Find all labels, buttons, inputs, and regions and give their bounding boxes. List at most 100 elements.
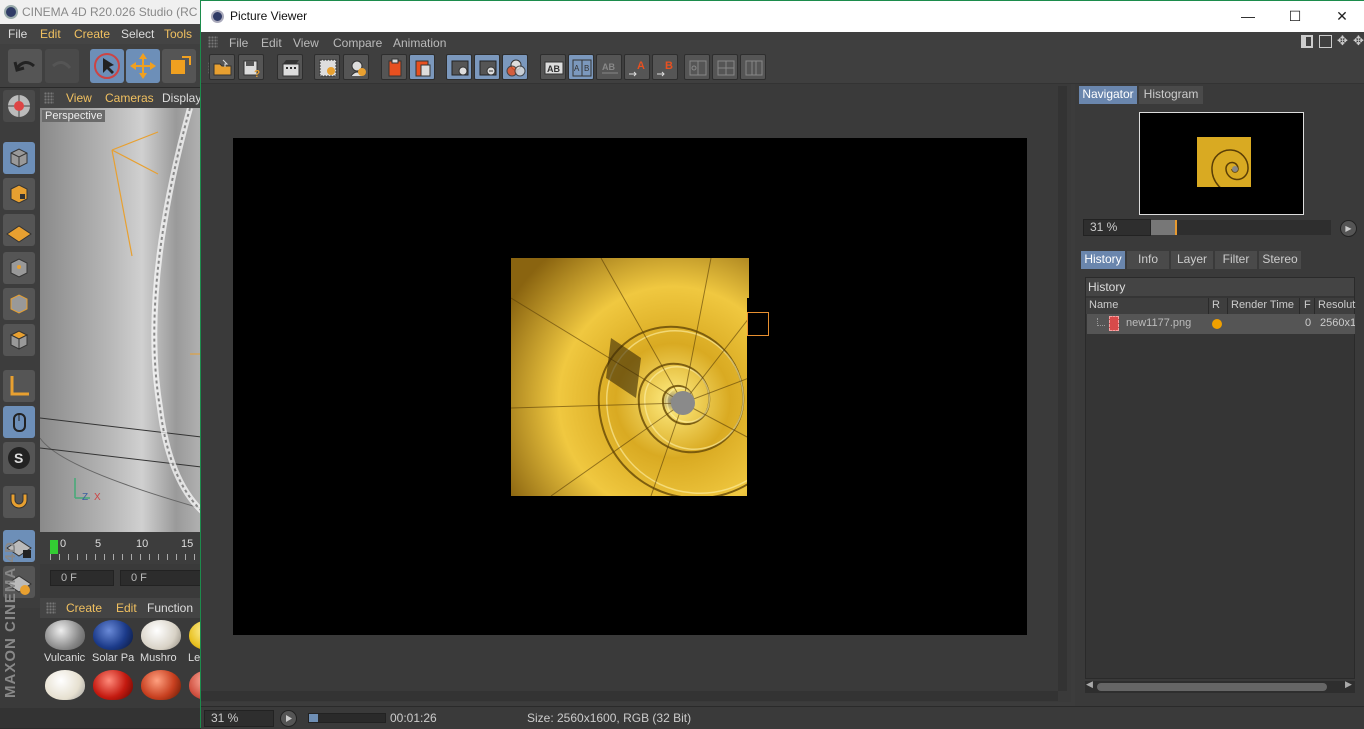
c4d-menu-file[interactable]: File: [8, 27, 27, 41]
column-divider[interactable]: [1227, 298, 1228, 314]
tab-stereo[interactable]: Stereo: [1259, 251, 1301, 269]
texture-mode-icon[interactable]: [3, 178, 35, 210]
column-divider[interactable]: [1314, 298, 1315, 314]
snap-icon[interactable]: S: [3, 442, 35, 474]
column-f[interactable]: F: [1304, 299, 1311, 311]
material-swatch[interactable]: Vulcanic: [42, 620, 88, 664]
canvas-horizontal-scrollbar[interactable]: [201, 691, 1058, 701]
c4d-menu-select[interactable]: Select: [121, 27, 154, 41]
polygons-mode-icon[interactable]: [3, 324, 35, 356]
workplane-icon[interactable]: [3, 214, 35, 246]
zoom-level-field[interactable]: 31 %: [204, 710, 274, 727]
tab-history[interactable]: History: [1081, 251, 1125, 269]
menu-file[interactable]: File: [229, 36, 248, 50]
stop-render-icon[interactable]: [343, 54, 369, 80]
compare-split-icon[interactable]: AB: [568, 54, 594, 80]
start-frame-field[interactable]: 0 F: [50, 570, 114, 586]
show-alpha-icon[interactable]: [474, 54, 500, 80]
tab-info[interactable]: Info: [1127, 251, 1169, 269]
tab-histogram[interactable]: Histogram: [1139, 86, 1203, 104]
move-panel-icon[interactable]: ✥: [1337, 33, 1348, 49]
material-swatch[interactable]: [42, 670, 88, 708]
history-scroll-thumb[interactable]: [1097, 683, 1327, 691]
menu-compare[interactable]: Compare: [333, 36, 382, 50]
tab-layer[interactable]: Layer: [1171, 251, 1213, 269]
timeline-playhead[interactable]: [50, 540, 58, 554]
menu-view[interactable]: View: [293, 36, 319, 50]
compare-ab-icon[interactable]: AB: [540, 54, 566, 80]
set-as-b-icon[interactable]: B: [652, 54, 678, 80]
grip-icon[interactable]: [46, 602, 56, 614]
edges-mode-icon[interactable]: [3, 288, 35, 320]
navigator-zoom-slider[interactable]: [1151, 220, 1331, 235]
material-swatch[interactable]: [90, 670, 136, 708]
navigator-preview[interactable]: [1139, 112, 1304, 215]
perspective-viewport[interactable]: Perspective Z X: [40, 108, 210, 532]
c4d-menu-tools[interactable]: Tools: [164, 27, 192, 41]
move-tool-icon[interactable]: [126, 49, 160, 83]
history-row[interactable]: new1177.png 0 2560x1: [1087, 314, 1355, 334]
grip-icon[interactable]: [208, 36, 218, 48]
model-mode-icon[interactable]: [3, 142, 35, 174]
render-globe-icon[interactable]: [3, 90, 35, 122]
viewport-menu-view[interactable]: View: [66, 91, 92, 105]
material-menu-create[interactable]: Create: [66, 601, 102, 615]
minimize-button[interactable]: —: [1225, 1, 1271, 32]
redo-icon[interactable]: [45, 49, 79, 83]
scroll-left-icon[interactable]: ◀: [1086, 679, 1093, 690]
tab-filter[interactable]: Filter: [1215, 251, 1257, 269]
c4d-menu-edit[interactable]: Edit: [40, 27, 61, 41]
copy-to-clipboard-icon[interactable]: [381, 54, 407, 80]
viewport-menu-display[interactable]: Display: [162, 91, 201, 105]
column-divider[interactable]: [1299, 298, 1300, 314]
zoom-slider-handle[interactable]: [1151, 220, 1177, 235]
canvas-vertical-scrollbar[interactable]: [1058, 86, 1067, 691]
open-folder-icon[interactable]: [209, 54, 235, 80]
navigator-zoom-field[interactable]: 31 %: [1083, 219, 1151, 236]
paste-icon[interactable]: [409, 54, 435, 80]
column-render-time[interactable]: Render Time: [1231, 299, 1294, 311]
history-horizontal-scrollbar[interactable]: ◀ ▶: [1085, 679, 1355, 693]
maximize-button[interactable]: ☐: [1272, 1, 1318, 32]
render-region-icon[interactable]: [314, 54, 340, 80]
column-resolution[interactable]: Resolut: [1318, 299, 1355, 311]
undo-icon[interactable]: [8, 49, 42, 83]
tab-navigator[interactable]: Navigator: [1079, 86, 1137, 104]
material-swatch[interactable]: [138, 670, 184, 708]
render-animation-icon[interactable]: [277, 54, 303, 80]
menu-animation[interactable]: Animation: [393, 36, 446, 50]
c4d-menu-create[interactable]: Create: [74, 27, 110, 41]
column-name[interactable]: Name: [1089, 299, 1118, 311]
material-menu-function[interactable]: Function: [147, 601, 193, 615]
scroll-right-icon[interactable]: ▶: [1345, 679, 1352, 690]
compare-diff-icon[interactable]: AB: [596, 54, 622, 80]
tweak-mouse-icon[interactable]: [3, 406, 35, 438]
magnet-icon[interactable]: [3, 486, 35, 518]
timeline-ruler[interactable]: 0 5 10 15: [40, 532, 210, 564]
column-r[interactable]: R: [1212, 299, 1220, 311]
material-menu-edit[interactable]: Edit: [116, 601, 137, 615]
show-image-icon[interactable]: [446, 54, 472, 80]
compare-mode-1-icon[interactable]: [684, 54, 710, 80]
material-swatch[interactable]: Mushro: [138, 620, 184, 664]
panel-toggle-icon[interactable]: [1319, 35, 1332, 48]
play-icon[interactable]: [280, 710, 297, 727]
viewport-menu-cameras[interactable]: Cameras: [105, 91, 154, 105]
axis-mode-icon[interactable]: [3, 370, 35, 402]
scale-tool-icon[interactable]: [162, 49, 196, 83]
save-as-icon[interactable]: ?: [238, 54, 264, 80]
grip-icon[interactable]: [44, 92, 54, 104]
filter-channels-icon[interactable]: [502, 54, 528, 80]
material-swatch[interactable]: Solar Pa: [90, 620, 136, 664]
set-as-a-icon[interactable]: A: [624, 54, 650, 80]
compare-mode-3-icon[interactable]: [740, 54, 766, 80]
compare-mode-2-icon[interactable]: [712, 54, 738, 80]
close-button[interactable]: ✕: [1319, 1, 1364, 32]
play-icon[interactable]: ▶: [1340, 220, 1357, 237]
menu-edit[interactable]: Edit: [261, 36, 282, 50]
layout-icon[interactable]: [1301, 35, 1313, 48]
expand-panel-icon[interactable]: ✥: [1353, 33, 1364, 49]
select-tool-icon[interactable]: [90, 49, 124, 83]
column-divider[interactable]: [1208, 298, 1209, 314]
current-frame-field[interactable]: 0 F: [120, 570, 210, 586]
